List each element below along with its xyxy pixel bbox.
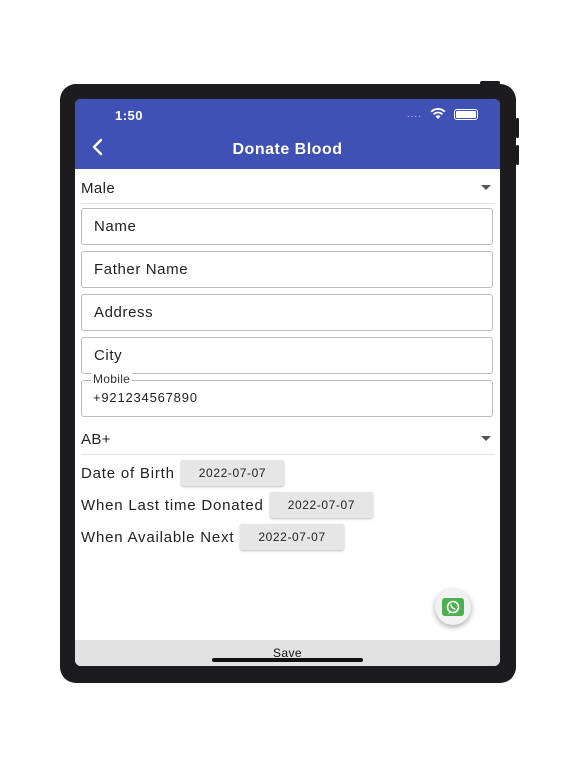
status-time: 1:50 xyxy=(115,108,144,123)
dob-date-button[interactable]: 2022-07-07 xyxy=(180,460,285,486)
father-name-placeholder: Father Name xyxy=(94,261,189,278)
father-name-field[interactable]: Father Name xyxy=(81,251,493,288)
status-icons: .... xyxy=(407,108,478,120)
city-placeholder: City xyxy=(94,347,123,364)
last-donated-date-button[interactable]: 2022-07-07 xyxy=(269,492,374,518)
dropdown-arrow-icon xyxy=(481,436,491,441)
gender-value: Male xyxy=(81,179,116,197)
name-placeholder: Name xyxy=(94,218,137,235)
battery-icon xyxy=(454,108,478,120)
city-field[interactable]: City xyxy=(81,337,493,374)
save-button[interactable]: Save xyxy=(75,640,500,666)
blood-group-value: AB+ xyxy=(81,430,111,448)
last-donated-row: When Last time Donated 2022-07-07 xyxy=(81,492,374,518)
available-next-date-button[interactable]: 2022-07-07 xyxy=(240,524,344,550)
gender-dropdown[interactable]: Male xyxy=(81,173,495,204)
last-donated-label: When Last time Donated xyxy=(81,496,264,514)
available-next-label: When Available Next xyxy=(81,528,235,546)
app-screen: 1:50 .... Donate Blood Male Name Father … xyxy=(75,99,500,666)
whatsapp-button[interactable] xyxy=(435,589,471,625)
available-next-row: When Available Next 2022-07-07 xyxy=(81,524,344,550)
device-button-volume-up xyxy=(516,118,519,138)
device-button-volume-down xyxy=(516,145,519,165)
device-button-top xyxy=(480,81,500,85)
signal-dots: .... xyxy=(406,108,422,120)
home-indicator xyxy=(212,658,363,662)
address-field[interactable]: Address xyxy=(81,294,493,331)
blood-group-dropdown[interactable]: AB+ xyxy=(81,424,495,455)
mobile-value: +921234567890 xyxy=(93,390,198,405)
page-title: Donate Blood xyxy=(232,141,343,158)
dropdown-arrow-icon xyxy=(481,185,491,190)
address-placeholder: Address xyxy=(94,304,154,321)
name-field[interactable]: Name xyxy=(81,208,493,245)
whatsapp-icon xyxy=(442,598,464,616)
dob-row: Date of Birth 2022-07-07 xyxy=(81,460,285,486)
app-bar: 1:50 .... Donate Blood xyxy=(75,99,500,169)
wifi-icon xyxy=(430,108,446,119)
dob-label: Date of Birth xyxy=(81,464,175,482)
mobile-label: Mobile xyxy=(91,372,133,386)
